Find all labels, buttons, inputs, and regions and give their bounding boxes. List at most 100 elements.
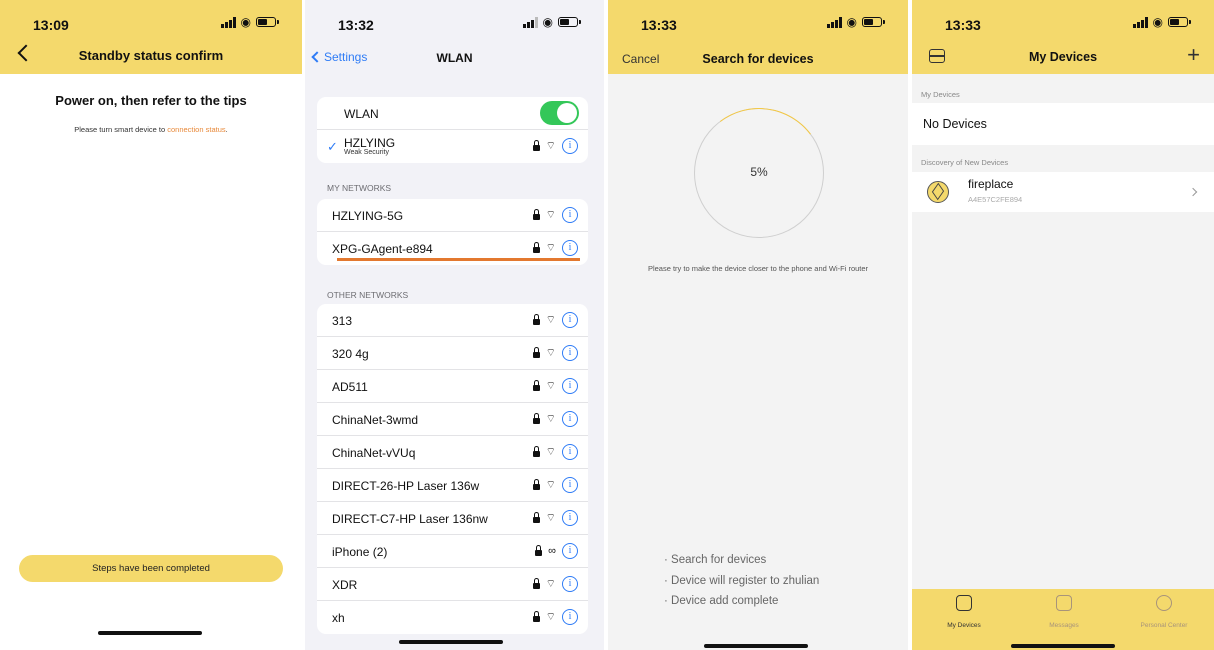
my-devices-screen: 13:33 ◉ My Devices + My Devices No Devic… — [912, 0, 1214, 650]
tab-messages[interactable]: Messages — [1014, 595, 1114, 632]
wifi-icon: ⌔ — [545, 208, 556, 221]
network-icons: ⌔ i — [532, 312, 578, 328]
battery-icon — [256, 17, 279, 27]
wifi-icon: ⌔ — [545, 346, 556, 359]
status-time: 13:33 — [641, 17, 677, 33]
wlan-toggle-row: WLAN — [317, 97, 588, 130]
signal-icon — [220, 16, 236, 28]
info-icon[interactable]: i — [562, 138, 578, 154]
info-icon[interactable]: i — [562, 312, 578, 328]
add-device-icon[interactable]: + — [1187, 44, 1200, 66]
my-networks-header: MY NETWORKS — [327, 183, 392, 193]
other-networks-header: OTHER NETWORKS — [327, 290, 409, 300]
tab-label: Messages — [1049, 622, 1079, 629]
progress-percent: 5% — [750, 165, 768, 179]
page-title: Standby status confirm — [78, 48, 224, 63]
lock-icon — [532, 380, 540, 391]
lock-icon — [532, 209, 540, 220]
network-name: 320 4g — [332, 347, 369, 361]
info-icon[interactable]: i — [562, 444, 578, 460]
device-row[interactable]: fireplace A4E57C2FE894 — [912, 172, 1214, 212]
network-row[interactable]: XDR ⌔ i — [317, 568, 588, 601]
tab-label: My Devices — [947, 622, 981, 629]
step-item: · Device will register to zhulian — [664, 574, 820, 587]
tab-bar: My Devices Messages Personal Center — [912, 589, 1214, 650]
network-name: DIRECT-26-HP Laser 136w — [332, 479, 480, 493]
lock-icon — [532, 242, 540, 253]
network-icons: ⌔ i — [532, 138, 578, 154]
wlan-toggle[interactable] — [540, 101, 579, 125]
status-bar: 13:32 ◉ — [305, 0, 604, 38]
signal-icon — [1132, 16, 1148, 28]
network-row[interactable]: iPhone (2) ∞ i — [317, 535, 588, 568]
tab-my-devices[interactable]: My Devices — [914, 595, 1014, 632]
no-devices-label: No Devices — [923, 117, 987, 131]
page-title: WLAN — [436, 51, 473, 65]
tab-personal-center[interactable]: Personal Center — [1114, 595, 1214, 632]
lock-icon — [532, 611, 540, 622]
highlight-underline — [337, 258, 580, 261]
messages-icon — [1056, 595, 1072, 611]
wifi-icon: ⌔ — [545, 241, 556, 254]
wifi-icon: ⌔ — [545, 412, 556, 425]
wifi-icon: ◉ — [1152, 15, 1163, 29]
step-item: · Search for devices — [664, 554, 767, 566]
status-time: 13:09 — [33, 17, 69, 33]
connected-network-row[interactable]: ✓ HZLYING Weak Security ⌔ i — [317, 130, 588, 163]
wifi-icon: ⌔ — [545, 577, 556, 590]
network-name: 313 — [332, 314, 353, 328]
network-icons: ⌔ i — [532, 378, 578, 394]
security-note: Weak Security — [344, 149, 389, 156]
steps-completed-button[interactable]: Steps have been completed — [19, 555, 283, 582]
network-row[interactable]: xh ⌔ i — [317, 601, 588, 634]
network-row[interactable]: HZLYING-5G ⌔ i — [317, 199, 588, 232]
connection-status-link[interactable]: connection status — [167, 125, 225, 134]
info-icon[interactable]: i — [562, 207, 578, 223]
lock-icon — [532, 347, 540, 358]
network-row[interactable]: 313 ⌔ i — [317, 304, 588, 337]
instruction-heading: Power on, then refer to the tips — [55, 93, 247, 108]
status-bar: 13:09 ◉ — [0, 0, 302, 38]
network-icons: ⌔ i — [532, 609, 578, 625]
network-name: HZLYING — [344, 136, 396, 150]
wifi-icon: ◉ — [240, 15, 251, 29]
network-row[interactable]: AD511 ⌔ i — [317, 370, 588, 403]
no-devices-row: No Devices — [912, 103, 1214, 145]
battery-icon — [862, 17, 885, 27]
network-row[interactable]: DIRECT-26-HP Laser 136w ⌔ i — [317, 469, 588, 502]
info-icon[interactable]: i — [562, 609, 578, 625]
network-name: AD511 — [332, 380, 368, 394]
status-time: 13:32 — [338, 17, 374, 33]
network-row[interactable]: ChinaNet-3wmd ⌔ i — [317, 403, 588, 436]
info-icon[interactable]: i — [562, 378, 578, 394]
info-icon[interactable]: i — [562, 477, 578, 493]
network-name: xh — [332, 611, 345, 625]
standby-status-screen: 13:09 ◉ Standby status confirm Power on,… — [0, 0, 302, 650]
nav-bar: Standby status confirm — [0, 38, 302, 74]
wifi-icon: ◉ — [542, 15, 553, 29]
system-icons: ◉ — [1132, 15, 1191, 29]
info-icon[interactable]: i — [562, 543, 578, 559]
device-name: fireplace — [968, 177, 1014, 191]
info-icon[interactable]: i — [562, 576, 578, 592]
network-row[interactable]: DIRECT-C7-HP Laser 136nw ⌔ i — [317, 502, 588, 535]
proximity-tip: Please try to make the device closer to … — [647, 264, 869, 273]
info-icon[interactable]: i — [562, 510, 578, 526]
search-devices-screen: 13:33 ◉ Cancel Search for devices 5% Ple… — [608, 0, 908, 650]
network-row[interactable]: ChinaNet-vVUq ⌔ i — [317, 436, 588, 469]
wifi-icon: ⌔ — [545, 139, 556, 152]
wifi-icon: ⌔ — [545, 379, 556, 392]
info-icon[interactable]: i — [562, 240, 578, 256]
hotspot-icon: ∞ — [548, 544, 556, 557]
system-icons: ◉ — [826, 16, 885, 28]
chevron-right-icon — [1188, 187, 1198, 197]
battery-icon — [1168, 17, 1191, 27]
info-icon[interactable]: i — [562, 345, 578, 361]
network-icons: ⌔ i — [532, 411, 578, 427]
signal-icon — [522, 16, 538, 28]
network-row[interactable]: 320 4g ⌔ i — [317, 337, 588, 370]
network-name: DIRECT-C7-HP Laser 136nw — [332, 512, 488, 526]
network-icons: ⌔ i — [532, 510, 578, 526]
info-icon[interactable]: i — [562, 411, 578, 427]
battery-icon — [558, 17, 581, 27]
